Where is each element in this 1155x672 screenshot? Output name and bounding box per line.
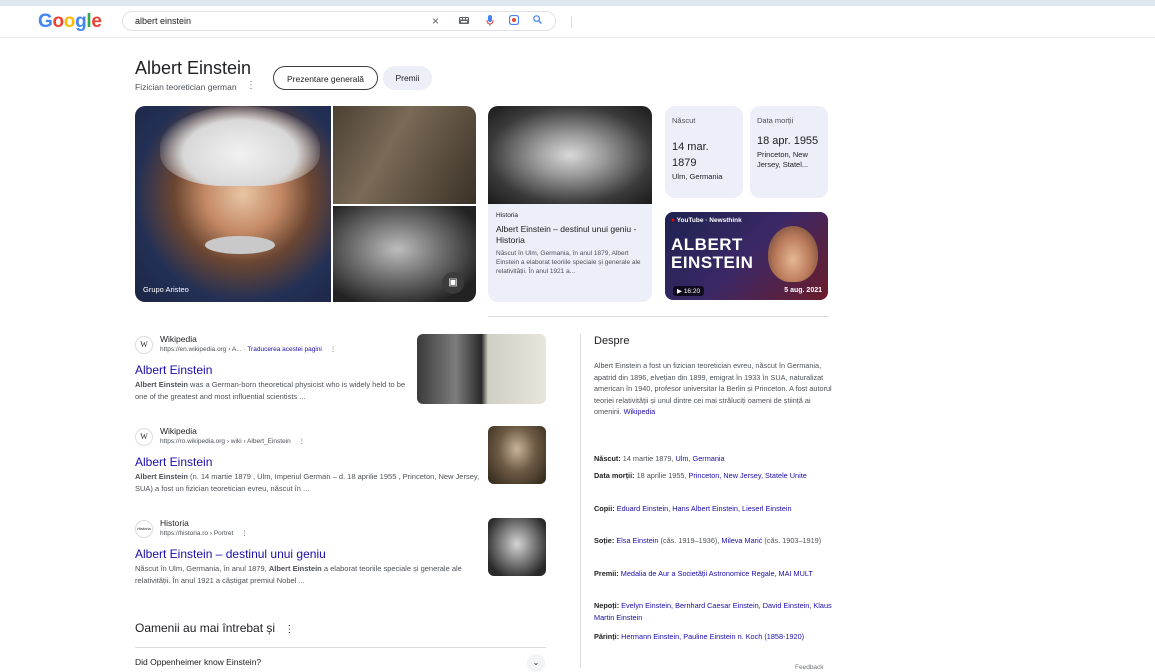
fact-spouse: Soție: Elsa Einstein (căs. 1919–1936), M… [594,536,822,545]
column-divider [580,334,581,668]
translate-link[interactable]: Traducerea acestei pagini [247,346,322,353]
chevron-down-icon[interactable]: ⌄ [527,654,545,672]
fact-children: Copii: Eduard Einstein, Hans Albert Eins… [594,504,792,513]
result-snippet: Albert Einstein (n. 14 martie 1879 , Ulm… [135,472,480,493]
fact-grandchildren: Nepoți: Evelyn Einstein, Bernhard Caesar… [594,601,832,622]
microphone-icon[interactable] [483,15,496,28]
result-thumbnail[interactable] [488,426,546,484]
result-snippet: Născut în Ulm, Germania, în anul 1879, A… [135,564,462,585]
people-also-ask-heading: Oamenii au mai întrebat și ⋮ [135,621,295,635]
search-icon[interactable] [531,15,544,28]
more-options-icon[interactable]: ⋮ [299,438,306,445]
tab-overview[interactable]: Prezentare generală [273,66,378,90]
einstein-portrait-image[interactable]: ▣ [333,206,476,302]
video-channel: ● YouTube · Newsthink [671,217,742,224]
result-title[interactable]: Albert Einstein – destinul unui geniu [135,547,326,561]
video-duration: ▶ 16:20 [673,286,705,296]
paa-question[interactable]: Did Oppenheimer know Einstein? [135,657,261,667]
search-result: Historia Historia https://historia.ro › … [135,518,550,588]
einstein-main-image[interactable]: Grupo Aristeo [135,106,331,302]
fact-link[interactable]: Elsa Einstein [616,536,658,545]
result-snippet: Albert Einstein was a German-born theore… [135,380,406,401]
lens-icon[interactable] [507,14,520,28]
historia-favicon-icon: Historia [135,520,153,538]
fact-link[interactable]: Eduard Einstein, Hans Albert Einstein, L… [617,504,792,513]
video-card[interactable]: ● YouTube · Newsthink ALBERT EINSTEIN ▶ … [665,212,828,300]
entity-title: Albert Einstein [135,58,252,78]
fact-link[interactable]: Hermann Einstein, Pauline Einstein n. Ko… [621,632,804,641]
tab-awards[interactable]: Premii [383,66,432,90]
result-url: https://historia.ro › Portret ⋮ [160,530,248,537]
death-label: Data morții [757,116,794,125]
search-result: W Wikipedia https://en.wikipedia.org › A… [135,334,550,404]
more-options-icon[interactable]: ⋮ [241,530,248,537]
image-hair-shape [160,106,320,186]
google-logo[interactable]: Google [38,11,102,33]
more-options-icon[interactable]: ⋮ [330,346,337,353]
history-card-source: Historia [496,212,519,219]
clear-icon[interactable]: × [429,15,442,28]
result-site: Wikipedia [160,334,197,344]
more-options-icon[interactable]: ⋮ [246,80,256,91]
wikipedia-favicon-icon: W [135,336,153,354]
history-card-image[interactable] [488,106,652,204]
death-place: Princeton, New Jersey, Statel... [757,150,809,169]
born-card[interactable]: Născut 14 mar. 1879 Ulm, Germania [665,106,743,198]
result-site: Historia [160,518,189,528]
history-card-desc: Născut în Ulm, Germania, în anul 1879, A… [496,250,641,275]
play-icon: ▶ [677,288,682,295]
fact-died: Data morții: 18 aprilie 1955, Princeton,… [594,471,807,480]
history-card-title[interactable]: Albert Einstein – destinul unui geniu - … [496,224,644,246]
born-date: 14 mar. 1879 [672,141,709,169]
fact-born: Născut: 14 martie 1879, Ulm, Germania [594,454,725,463]
image-caption: Grupo Aristeo [143,285,189,294]
keyboard-icon[interactable] [457,15,470,28]
more-options-icon[interactable]: ⋮ [284,624,294,635]
death-date: 18 apr. 1955 [757,135,819,147]
result-url: https://en.wikipedia.org › A... · Traduc… [160,346,337,353]
result-site: Wikipedia [160,426,197,436]
search-divider [571,16,572,28]
gallery-icon[interactable]: ▣ [442,272,464,294]
result-url: https://ro.wikipedia.org › wiki › Albert… [160,438,306,445]
video-thumbnail-face [768,226,818,282]
born-place: Ulm, Germania [672,172,723,181]
search-box[interactable]: × [122,11,572,31]
fact-link[interactable]: Mileva Marić [721,536,762,545]
youtube-icon: ● [671,217,675,224]
death-card[interactable]: Data morții 18 apr. 1955 Princeton, New … [750,106,828,198]
result-thumbnail[interactable] [488,518,546,576]
about-heading: Despre [594,335,630,347]
einstein-blackboard-image[interactable] [333,106,476,204]
fact-link[interactable]: Princeton, New Jersey, Statele Unite [689,471,807,480]
about-text: Albert Einstein a fost un fizician teore… [594,361,832,416]
result-thumbnail[interactable] [417,334,546,404]
fact-parents: Părinți: Hermann Einstein, Pauline Einst… [594,632,805,641]
paa-divider [135,647,546,648]
search-input[interactable] [135,14,425,28]
fact-awards: Premii: Medalia de Aur a Societății Astr… [594,569,813,578]
image-mustache-shape [205,236,275,254]
born-label: Născut [672,116,696,125]
history-card[interactable]: Historia Albert Einstein – destinul unui… [488,204,652,302]
result-title[interactable]: Albert Einstein [135,455,212,469]
video-date: 5 aug. 2021 [784,287,822,294]
entity-subtitle: Fizician teoretician german [135,82,237,92]
search-header: Google × [0,6,1155,38]
about-source-link[interactable]: Wikipedia [624,407,656,416]
fact-link[interactable]: Medalia de Aur a Societății Astronomice … [621,569,813,578]
result-title[interactable]: Albert Einstein [135,363,212,377]
fact-link[interactable]: Ulm, Germania [676,454,725,463]
video-title: ALBERT EINSTEIN [671,235,754,272]
fact-link[interactable]: Evelyn Einstein, Bernhard Caesar Einstei… [594,601,832,622]
section-divider [488,316,829,317]
wikipedia-favicon-icon: W [135,428,153,446]
search-result: W Wikipedia https://ro.wikipedia.org › w… [135,426,550,496]
